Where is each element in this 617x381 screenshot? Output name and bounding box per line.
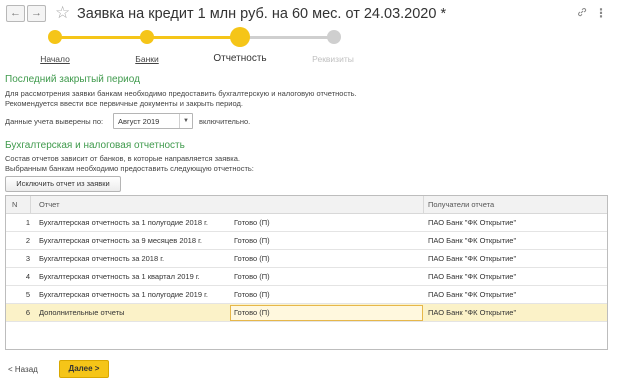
table-row[interactable]: 1 Бухгалтерская отчетность за 1 полугоди… <box>6 214 607 232</box>
column-header-recipients[interactable]: Получатели отчета <box>428 200 494 209</box>
period-suffix-text: включительно. <box>199 117 251 126</box>
back-arrow-icon[interactable]: ← <box>6 5 25 22</box>
period-description-line1: Для рассмотрения заявки банкам необходим… <box>5 89 357 98</box>
column-divider <box>30 196 31 214</box>
exclude-report-button[interactable]: Исключить отчет из заявки <box>5 176 121 192</box>
report-name: Бухгалтерская отчетность за 2018 г. <box>39 254 165 263</box>
step-label-start[interactable]: Начало <box>40 54 70 64</box>
reports-table: N Отчет Получатели отчета 1 Бухгалтерска… <box>5 195 608 350</box>
report-recipient: ПАО Банк "ФК Открытие" <box>428 272 517 281</box>
report-name: Бухгалтерская отчетность за 1 полугодие … <box>39 290 208 299</box>
column-divider <box>423 196 424 214</box>
table-header: N Отчет Получатели отчета <box>6 196 607 214</box>
more-menu-icon[interactable]: ⋮ <box>595 6 607 20</box>
period-select[interactable]: Август 2019 ▼ <box>113 113 193 129</box>
chevron-down-icon[interactable]: ▼ <box>179 114 192 128</box>
report-name: Бухгалтерская отчетность за 1 полугодие … <box>39 218 208 227</box>
report-recipient: ПАО Банк "ФК Открытие" <box>428 218 517 227</box>
report-status[interactable]: Готово (П) <box>234 308 270 317</box>
step-label-banks[interactable]: Банки <box>135 54 158 64</box>
report-status[interactable]: Готово (П) <box>234 218 270 227</box>
forward-arrow-icon[interactable]: → <box>27 5 46 22</box>
row-number: 5 <box>25 290 30 299</box>
step-dot-banks[interactable] <box>140 30 154 44</box>
report-name: Бухгалтерская отчетность за 1 квартал 20… <box>39 272 200 281</box>
step-label-requisites: Реквизиты <box>312 54 354 64</box>
period-field-label: Данные учета выверены по: <box>5 117 104 126</box>
period-description-line2: Рекомендуется ввести все первичные докум… <box>5 99 243 108</box>
row-number: 4 <box>25 272 30 281</box>
section-heading-period: Последний закрытый период <box>5 74 140 85</box>
step-dot-requisites <box>327 30 341 44</box>
report-recipient: ПАО Банк "ФК Открытие" <box>428 254 517 263</box>
row-number: 1 <box>25 218 30 227</box>
wizard-stepper: Начало Банки Отчетность Реквизиты <box>0 26 617 66</box>
table-row[interactable]: 2 Бухгалтерская отчетность за 9 месяцев … <box>6 232 607 250</box>
step-label-reports: Отчетность <box>213 53 267 64</box>
report-recipient: ПАО Банк "ФК Открытие" <box>428 236 517 245</box>
reports-description-line2: Выбранным банкам необходимо предоставить… <box>5 164 254 173</box>
column-header-report[interactable]: Отчет <box>39 200 60 209</box>
row-number: 3 <box>25 254 30 263</box>
star-icon[interactable]: ☆ <box>55 3 70 23</box>
report-name: Дополнительные отчеты <box>39 308 125 317</box>
report-recipient: ПАО Банк "ФК Открытие" <box>428 290 517 299</box>
window-title: Заявка на кредит 1 млн руб. на 60 мес. о… <box>77 6 447 22</box>
report-status[interactable]: Готово (П) <box>234 290 270 299</box>
link-icon[interactable] <box>577 6 587 20</box>
stepper-remaining-line <box>240 36 335 39</box>
row-number: 2 <box>25 236 30 245</box>
next-button[interactable]: Далее > <box>59 360 109 378</box>
step-dot-start[interactable] <box>48 30 62 44</box>
title-bar: ← → ☆ Заявка на кредит 1 млн руб. на 60 … <box>0 0 617 28</box>
column-header-n[interactable]: N <box>12 200 17 209</box>
section-heading-reports: Бухгалтерская и налоговая отчетность <box>5 140 185 151</box>
report-recipient: ПАО Банк "ФК Открытие" <box>428 308 517 317</box>
row-number: 6 <box>25 308 30 317</box>
period-select-value: Август 2019 <box>118 117 160 126</box>
back-button[interactable]: < Назад <box>8 365 38 374</box>
table-row[interactable]: 3 Бухгалтерская отчетность за 2018 г. Го… <box>6 250 607 268</box>
step-dot-reports <box>230 27 250 47</box>
report-status[interactable]: Готово (П) <box>234 272 270 281</box>
report-name: Бухгалтерская отчетность за 9 месяцев 20… <box>39 236 202 245</box>
report-status[interactable]: Готово (П) <box>234 236 270 245</box>
table-row[interactable]: 5 Бухгалтерская отчетность за 1 полугоди… <box>6 286 607 304</box>
reports-description-line1: Состав отчетов зависит от банков, в кото… <box>5 154 240 163</box>
table-row[interactable]: 4 Бухгалтерская отчетность за 1 квартал … <box>6 268 607 286</box>
report-status[interactable]: Готово (П) <box>234 254 270 263</box>
table-row-selected[interactable]: 6 Дополнительные отчеты Готово (П) ПАО Б… <box>6 304 607 322</box>
